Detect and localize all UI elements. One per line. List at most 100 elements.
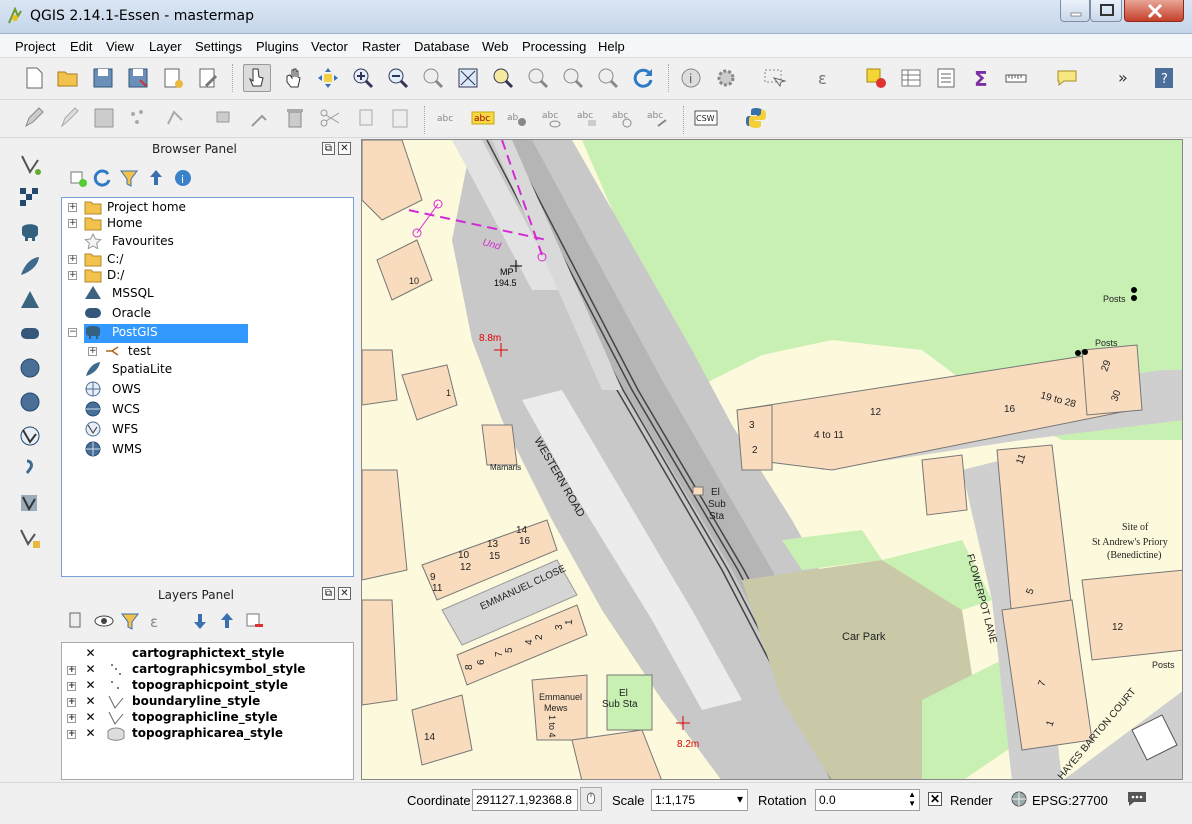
toggle-editing-button[interactable] [20, 104, 48, 132]
show-hide-labels-button[interactable]: abc [539, 104, 567, 132]
pin-labels-button[interactable]: abc [469, 104, 497, 132]
pan-to-selection-arrows-button[interactable] [314, 64, 342, 92]
add-oracle-layer-button[interactable] [16, 320, 44, 348]
composer-manager-button[interactable] [194, 64, 222, 92]
close-button[interactable] [1124, 0, 1184, 22]
browser-panel-close-button[interactable]: ✕ [338, 142, 351, 155]
add-virtual-layer-button[interactable] [16, 490, 44, 518]
render-checkbox[interactable]: ✕ [928, 792, 942, 806]
identify-features-button[interactable]: i [677, 64, 705, 92]
select-by-expression-button[interactable]: ε [812, 64, 840, 92]
paste-features-button[interactable] [386, 104, 414, 132]
csw-client-button[interactable]: CSW [692, 104, 720, 132]
zoom-full-button[interactable] [454, 64, 482, 92]
move-label-button[interactable]: abc [574, 104, 602, 132]
add-mssql-layer-button[interactable] [16, 286, 44, 314]
map-tips-button[interactable] [1053, 64, 1081, 92]
measure-line-button[interactable] [1002, 64, 1030, 92]
browser-panel-float-button[interactable]: ⧉ [322, 142, 335, 155]
deselect-all-button[interactable] [862, 64, 890, 92]
save-layer-edits-button[interactable] [90, 104, 118, 132]
menu-project[interactable]: Project [15, 39, 55, 54]
layer-visibility-checkbox[interactable]: ✕ [84, 727, 97, 740]
add-vector-layer-button[interactable] [16, 150, 44, 178]
zoom-actual-size-button[interactable] [419, 64, 447, 92]
statistics-button[interactable]: Σ [967, 64, 995, 92]
menu-edit[interactable]: Edit [70, 39, 92, 54]
layer-labeling-button[interactable]: abc [434, 104, 462, 132]
add-wfs-layer-button[interactable] [16, 422, 44, 450]
copy-features-button[interactable] [351, 104, 379, 132]
pan-to-selection-button[interactable] [243, 64, 271, 92]
add-postgis-layer-button[interactable] [16, 218, 44, 246]
menu-view[interactable]: View [106, 39, 134, 54]
add-spatialite-layer-button[interactable] [16, 252, 44, 280]
remove-layer-button[interactable] [240, 607, 268, 635]
select-features-button[interactable] [760, 64, 788, 92]
run-feature-action-button[interactable] [712, 64, 740, 92]
menu-database[interactable]: Database [414, 39, 470, 54]
menu-plugins[interactable]: Plugins [256, 39, 299, 54]
new-project-button[interactable] [20, 64, 48, 92]
layers-panel-float-button[interactable]: ⧉ [322, 587, 335, 600]
zoom-to-layer-button[interactable] [524, 64, 552, 92]
zoom-out-button[interactable] [384, 64, 412, 92]
browser-properties-button[interactable]: i [169, 164, 197, 192]
help-button[interactable]: ? [1150, 64, 1178, 92]
minimize-button[interactable] [1060, 0, 1090, 22]
filter-legend-button[interactable] [116, 607, 144, 635]
maximize-button[interactable] [1090, 0, 1122, 22]
open-project-button[interactable] [54, 64, 82, 92]
save-as-button[interactable] [124, 64, 152, 92]
crs-globe-icon[interactable] [1010, 790, 1028, 808]
layers-panel-close-button[interactable]: ✕ [338, 587, 351, 600]
node-edit-button[interactable] [246, 104, 274, 132]
scale-combo[interactable]: 1:1,175 ▾ [651, 789, 748, 811]
collapse-all-button[interactable] [213, 607, 241, 635]
zoom-next-button[interactable] [594, 64, 622, 92]
pan-map-button[interactable] [279, 64, 307, 92]
map-canvas[interactable]: Und MP 194.5 8.8m 8.2m 10 1 Marnaris 10 … [361, 139, 1183, 780]
filter-by-expression-button[interactable]: ε [144, 607, 172, 635]
rotation-spinbox[interactable]: 0.0 ▲ ▼ [815, 789, 920, 811]
layer-visibility-checkbox[interactable]: ✕ [84, 663, 97, 676]
zoom-last-button[interactable] [559, 64, 587, 92]
add-delimited-text-button[interactable] [16, 456, 44, 484]
add-wcs-layer-button[interactable] [16, 388, 44, 416]
layer-visibility-checkbox[interactable]: ✕ [84, 679, 97, 692]
add-raster-layer-button[interactable] [16, 184, 44, 212]
add-feature-button[interactable] [125, 104, 153, 132]
expand-all-button[interactable] [186, 607, 214, 635]
pin-label-button[interactable]: ab [504, 104, 532, 132]
menu-processing[interactable]: Processing [522, 39, 586, 54]
browser-collapse-all-button[interactable] [142, 164, 170, 192]
new-shapefile-layer-button[interactable] [16, 524, 44, 552]
current-edits-button[interactable] [55, 104, 83, 132]
toggle-extents-button[interactable] [580, 787, 602, 811]
cut-features-button[interactable] [316, 104, 344, 132]
menu-settings[interactable]: Settings [195, 39, 242, 54]
browser-refresh-button[interactable] [88, 164, 116, 192]
new-print-composer-button[interactable] [159, 64, 187, 92]
change-label-button[interactable]: abc [644, 104, 672, 132]
menu-raster[interactable]: Raster [362, 39, 400, 54]
field-calculator-button[interactable] [932, 64, 960, 92]
layer-styling-button[interactable] [62, 607, 90, 635]
coordinate-field[interactable]: 291127.1,92368.8 [472, 789, 578, 811]
save-project-button[interactable] [89, 64, 117, 92]
menu-layer[interactable]: Layer [149, 39, 182, 54]
crs-label[interactable]: EPSG:27700 [1032, 793, 1108, 808]
node-tool-button[interactable] [162, 104, 190, 132]
add-wms-layer-button[interactable] [16, 354, 44, 382]
rotate-label-button[interactable]: abc [609, 104, 637, 132]
refresh-button[interactable] [629, 64, 657, 92]
toolbar-overflow-button[interactable]: » [1118, 68, 1128, 87]
move-feature-button[interactable] [211, 104, 239, 132]
zoom-to-selection-button[interactable] [489, 64, 517, 92]
manage-visibility-button[interactable] [90, 607, 118, 635]
delete-selected-button[interactable] [281, 104, 309, 132]
attribute-table-button[interactable] [897, 64, 925, 92]
layer-visibility-checkbox[interactable]: ✕ [84, 711, 97, 724]
menu-help[interactable]: Help [598, 39, 625, 54]
layer-visibility-checkbox[interactable]: ✕ [84, 695, 97, 708]
